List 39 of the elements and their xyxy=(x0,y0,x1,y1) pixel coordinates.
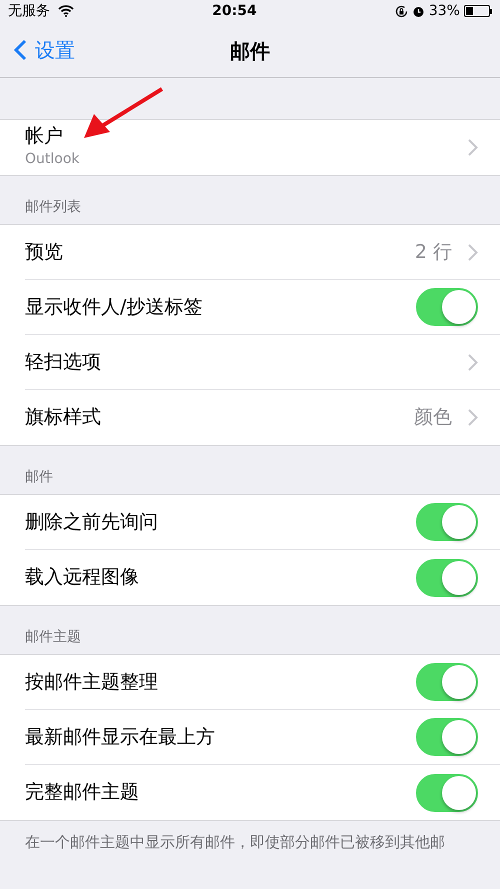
row-value: 颜色 xyxy=(414,405,452,430)
settings-row[interactable]: 轻扫选项 xyxy=(25,335,500,390)
settings-row[interactable]: 旗标样式 颜色 xyxy=(25,390,500,445)
chevron-icon xyxy=(468,354,478,370)
settings-row[interactable]: 预览 2 行 xyxy=(25,225,500,280)
row-label: 显示收件人/抄送标签 xyxy=(25,294,202,320)
toggle-switch[interactable] xyxy=(416,663,478,701)
row-label: 删除之前先询问 xyxy=(25,510,158,535)
row-label: 完整邮件主题 xyxy=(25,780,139,806)
toggle-switch[interactable] xyxy=(416,718,478,756)
toggle-switch[interactable] xyxy=(416,503,478,541)
page-title: 邮件 xyxy=(230,38,270,65)
row-label: 轻扫选项 xyxy=(25,350,101,375)
row-label: 帐户 xyxy=(25,125,64,149)
account-subtitle: Outlook xyxy=(25,150,80,169)
section-header: 邮件主题 xyxy=(24,628,82,647)
battery-text: 33% xyxy=(428,2,460,20)
wifi-icon xyxy=(58,5,74,17)
row-label: 载入远程图像 xyxy=(25,565,139,590)
row-label: 旗标样式 xyxy=(25,405,101,430)
back-icon xyxy=(14,38,27,60)
chevron-icon xyxy=(468,244,478,260)
clock-text: 20:54 xyxy=(212,2,257,20)
section-header: 邮件 xyxy=(24,468,54,487)
footer-text: 在一个邮件主题中显示所有邮件，即使部分邮件已被移到其他邮 xyxy=(24,832,446,853)
toggle-switch[interactable] xyxy=(416,288,478,326)
toggle-switch[interactable] xyxy=(416,558,478,596)
rotation-lock-icon xyxy=(394,4,408,18)
alarm-icon xyxy=(412,4,425,18)
row-value: 2 行 xyxy=(414,240,452,265)
chevron-icon xyxy=(468,409,478,426)
battery-icon xyxy=(464,5,492,17)
row-label: 最新邮件显示在最上方 xyxy=(25,724,215,750)
carrier-text: 无服务 xyxy=(8,2,50,20)
chevron-icon xyxy=(468,139,478,156)
section-header: 邮件列表 xyxy=(24,198,82,217)
row-label: 按邮件主题整理 xyxy=(25,670,158,695)
row-label: 预览 xyxy=(25,240,63,265)
toggle-switch[interactable] xyxy=(416,774,478,812)
